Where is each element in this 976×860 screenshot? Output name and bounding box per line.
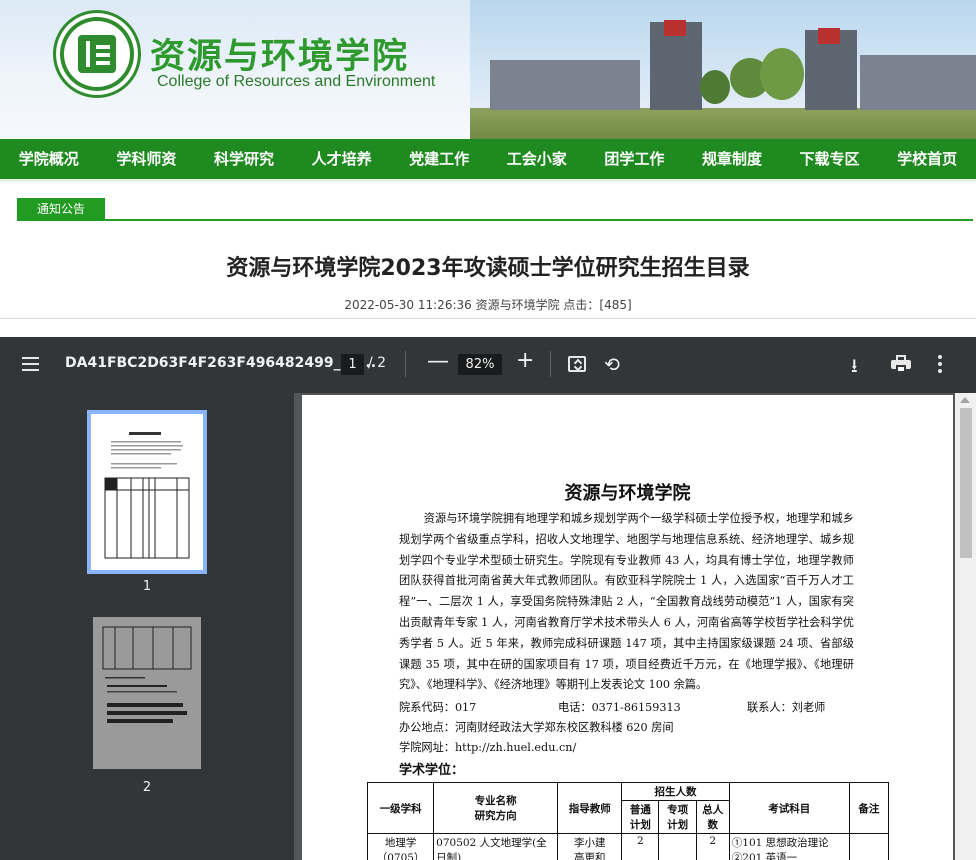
table-header-row: 一级学科 专业名称 研究方向 指导教师 招生人数 考试科目 备注 xyxy=(366,782,890,834)
gate-right-red-top xyxy=(818,28,840,44)
cell-major: 070502 人文地理学(全 日制) xyxy=(433,833,559,860)
scrollbar-thumb[interactable] xyxy=(960,408,972,558)
notice-tab[interactable]: 通知公告 xyxy=(17,198,105,220)
thumbnail-label-2: 2 xyxy=(142,780,152,795)
pdf-viewer: DA41FBC2D63F4F263F496482499_83... 1 / 2 … xyxy=(0,337,976,860)
pdf-toolbar: DA41FBC2D63F4F263F496482499_83... 1 / 2 … xyxy=(0,337,976,393)
header-major: 专业名称 研究方向 xyxy=(433,782,559,834)
nav-item-union[interactable]: 工会小家 xyxy=(488,139,586,179)
site-title: 资源与环境学院 xyxy=(150,36,410,77)
gate-left-red-top xyxy=(664,20,686,36)
header-note: 备注 xyxy=(848,782,890,834)
cell-special xyxy=(658,833,697,860)
nav-item-student-work[interactable]: 团学工作 xyxy=(586,139,684,179)
dept-code: 院系代码：017 xyxy=(399,701,477,714)
site-subtitle: College of Resources and Environment xyxy=(157,73,436,90)
phone-number: 电话：0371-86159313 xyxy=(558,701,681,714)
page-thumbnail-1[interactable] xyxy=(87,410,207,574)
nav-item-college-overview[interactable]: 学院概况 xyxy=(0,139,98,179)
thumbnail-label-1: 1 xyxy=(142,579,152,594)
nav-item-regulations[interactable]: 规章制度 xyxy=(683,139,781,179)
gate-right-wing xyxy=(860,55,976,110)
zoom-out-button[interactable]: — xyxy=(427,349,449,374)
meta-divider xyxy=(0,318,976,319)
contact-person: 联系人：刘老师 xyxy=(747,701,826,714)
office-address: 办公地点：河南财经政法大学郑东校区教科楼 620 房间 xyxy=(399,721,674,734)
download-icon[interactable]: ⭳ xyxy=(851,352,858,384)
nav-item-university-home[interactable]: 学校首页 xyxy=(878,139,976,179)
cell-exam: ①101 思想政治理论 ②201 英语一 xyxy=(728,833,850,860)
admissions-table: 一级学科 专业名称 研究方向 指导教师 招生人数 考试科目 备注 普通 计划 专… xyxy=(366,782,890,860)
notice-divider xyxy=(17,219,973,221)
nav-item-faculty[interactable]: 学科师资 xyxy=(98,139,196,179)
zoom-in-button[interactable]: + xyxy=(516,348,534,373)
main-nav: 学院概况 学科师资 科学研究 人才培养 党建工作 工会小家 团学工作 规章制度 … xyxy=(0,139,976,179)
page-total: / 2 xyxy=(368,355,387,371)
thumbnail-preview xyxy=(104,432,190,559)
nav-item-downloads[interactable]: 下载专区 xyxy=(781,139,879,179)
pdf-file-name: DA41FBC2D63F4F263F496482499_83... xyxy=(65,355,377,371)
gate-left-wing xyxy=(490,60,640,110)
thumbnail-preview xyxy=(102,626,192,723)
nav-divider xyxy=(0,179,976,182)
cell-advisor: 李小建 高更和 xyxy=(557,833,623,860)
cell-note xyxy=(848,833,890,860)
header-exam: 考试科目 xyxy=(728,782,850,834)
tree xyxy=(700,70,730,104)
header-discipline: 一级学科 xyxy=(366,782,435,834)
tree xyxy=(760,48,804,100)
toolbar-divider xyxy=(550,351,551,377)
site-banner: 资源与环境学院 College of Resources and Environ… xyxy=(0,0,976,139)
section-heading: 学术学位： xyxy=(399,763,465,778)
header-total: 总人 数 xyxy=(695,800,730,834)
fit-page-icon[interactable] xyxy=(568,356,586,372)
zoom-level-input[interactable]: 82% xyxy=(458,354,502,375)
campus-lawn xyxy=(470,108,976,139)
pdf-page: 资源与环境学院 资源与环境学院拥有地理学和城乡规划学两个一级学科硕士学位授予权，… xyxy=(302,395,953,860)
cell-regular: 2 xyxy=(621,833,660,860)
header-advisor: 指导教师 xyxy=(557,782,623,834)
print-icon[interactable] xyxy=(891,355,911,373)
page-thumbnail-2[interactable] xyxy=(93,617,201,769)
article-meta: 2022-05-30 11:26:36 资源与环境学院 点击：[485] xyxy=(344,298,632,312)
header-special-plan: 专项 计划 xyxy=(658,800,697,834)
college-website[interactable]: 学院网址：http://zh.huel.edu.cn/ xyxy=(399,739,576,755)
toolbar-divider xyxy=(405,351,406,377)
header-quota: 招生人数 xyxy=(621,782,730,801)
more-icon[interactable] xyxy=(938,355,942,359)
university-logo xyxy=(53,10,141,98)
nav-item-party-work[interactable]: 党建工作 xyxy=(390,139,488,179)
document-heading: 资源与环境学院 xyxy=(564,483,691,504)
college-introduction: 资源与环境学院拥有地理学和城乡规划学两个一级学科硕士学位授予权，地理学和城乡规划… xyxy=(399,512,854,692)
header-regular-plan: 普通 计划 xyxy=(621,800,660,834)
scroll-up-arrow-icon[interactable] xyxy=(960,397,970,403)
nav-item-education[interactable]: 人才培养 xyxy=(293,139,391,179)
article-title: 资源与环境学院2023年攻读硕士学位研究生招生目录 xyxy=(226,256,750,281)
nav-item-research[interactable]: 科学研究 xyxy=(195,139,293,179)
menu-icon[interactable] xyxy=(22,357,39,371)
table-row: 地理学 （0705） 070502 人文地理学(全 日制) 李小建 高更和 2 … xyxy=(366,833,890,860)
thumbnail-sidebar: 1 2 xyxy=(0,393,294,860)
cell-discipline: 地理学 （0705） xyxy=(366,833,435,860)
cell-total: 2 xyxy=(695,833,730,860)
rotate-icon[interactable]: ⟲ xyxy=(604,354,620,376)
page-number-input[interactable]: 1 xyxy=(341,354,364,375)
